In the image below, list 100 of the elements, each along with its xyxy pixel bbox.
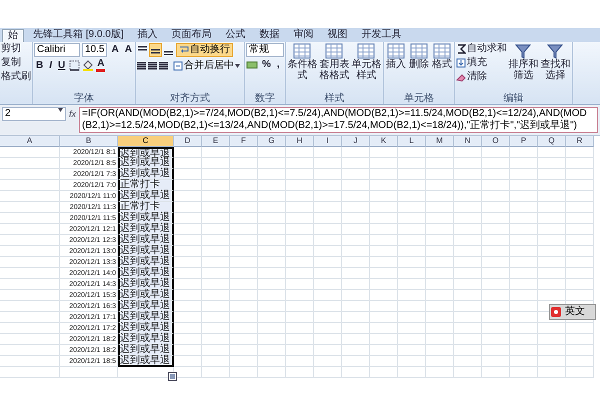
ribbon-tab[interactable]: 视图: [322, 29, 353, 41]
column-header[interactable]: O: [482, 136, 510, 147]
ribbon-tab[interactable]: 开发工具: [356, 29, 407, 41]
column-header[interactable]: M: [426, 136, 454, 147]
empty-cell: [0, 202, 60, 213]
empty-cell: [230, 367, 258, 378]
comma-button[interactable]: ,: [274, 59, 282, 71]
empty-cell: [0, 224, 60, 235]
input-method-bar[interactable]: 英文: [549, 304, 596, 320]
editing-button[interactable]: 填充: [456, 57, 507, 69]
ribbon-tab[interactable]: 先锋工具箱 [9.0.0版]: [28, 29, 129, 41]
ribbon-tab[interactable]: 公式: [220, 29, 251, 41]
ribbon-button[interactable]: 格式: [430, 43, 453, 70]
ribbon-button[interactable]: 查找和选择: [540, 43, 571, 81]
empty-cell: [454, 345, 482, 356]
empty-cell: [314, 268, 342, 279]
empty-cell: [482, 224, 510, 235]
ribbon-button[interactable]: 条件格式: [286, 43, 318, 81]
empty-cell: [314, 202, 342, 213]
empty-cell: [230, 257, 258, 268]
ribbon-button[interactable]: 套用表格格式: [318, 43, 350, 81]
empty-cell: [510, 202, 538, 213]
column-header[interactable]: D: [174, 136, 202, 147]
paste-options-icon[interactable]: [168, 372, 177, 381]
column-header[interactable]: A: [0, 136, 60, 147]
clipboard-button[interactable]: 格式刷: [1, 71, 31, 83]
clipboard-button[interactable]: 复制: [1, 57, 31, 69]
ribbon-button[interactable]: 单元格样式: [350, 43, 382, 81]
column-header[interactable]: H: [286, 136, 314, 147]
empty-cell: [510, 180, 538, 191]
empty-cell: [230, 290, 258, 301]
column-header[interactable]: N: [454, 136, 482, 147]
empty-cell: [314, 301, 342, 312]
column-header[interactable]: J: [342, 136, 370, 147]
empty-cell: [286, 279, 314, 290]
ribbon-tab[interactable]: 始: [2, 28, 24, 42]
column-header[interactable]: L: [398, 136, 426, 147]
ribbon-button[interactable]: 排序和筛选: [508, 43, 539, 81]
empty-cell: [258, 169, 286, 180]
empty-cell: [342, 235, 370, 246]
editing-label: 自动求和: [466, 43, 507, 55]
align-lines-icon: [148, 61, 157, 71]
clipboard-button[interactable]: 剪切: [1, 43, 31, 55]
font-name-field[interactable]: Calibri: [34, 43, 80, 57]
ribbon-tab[interactable]: 数据: [254, 29, 285, 41]
table-cell: 迟到或早退: [118, 257, 174, 268]
name-box[interactable]: 2: [2, 107, 66, 121]
group-label: 编辑: [502, 93, 524, 104]
ribbon-button-label: 插入: [386, 59, 406, 70]
empty-cell: [230, 235, 258, 246]
empty-cell: [342, 334, 370, 345]
align-button[interactable]: [150, 44, 161, 56]
empty-cell: [230, 191, 258, 202]
empty-cell: [258, 158, 286, 169]
column-header[interactable]: E: [202, 136, 230, 147]
empty-cell: [286, 246, 314, 257]
column-header[interactable]: I: [314, 136, 342, 147]
empty-cell: [202, 345, 230, 356]
column-header[interactable]: K: [370, 136, 398, 147]
empty-cell: [342, 301, 370, 312]
number-format-field[interactable]: 常规: [246, 43, 284, 57]
empty-cell: [398, 257, 426, 268]
column-header[interactable]: C: [118, 136, 174, 147]
empty-cell: [566, 180, 594, 191]
empty-cell: [398, 268, 426, 279]
empty-cell: [398, 158, 426, 169]
empty-cell: [314, 312, 342, 323]
underline-button[interactable]: U: [56, 60, 68, 72]
empty-cell: [370, 312, 398, 323]
font-size-field[interactable]: 10.5: [82, 43, 108, 57]
column-header[interactable]: F: [230, 136, 258, 147]
column-header[interactable]: P: [510, 136, 538, 147]
empty-cell: [454, 257, 482, 268]
column-header[interactable]: G: [258, 136, 286, 147]
empty-cell: [230, 169, 258, 180]
column-header[interactable]: B: [60, 136, 118, 147]
ribbon-button[interactable]: 删除: [408, 43, 430, 70]
grow-font-button[interactable]: A: [109, 44, 121, 56]
column-header[interactable]: R: [566, 136, 594, 147]
font-color-button[interactable]: A: [96, 59, 106, 72]
ribbon-button[interactable]: 插入: [384, 43, 407, 70]
ribbon-tab[interactable]: 插入: [132, 29, 163, 41]
wrap-text-button[interactable]: 自动换行: [176, 43, 233, 57]
empty-cell: [538, 147, 566, 158]
ribbon-tab[interactable]: 审阅: [288, 29, 319, 41]
empty-cell: [202, 202, 230, 213]
empty-cell: [426, 169, 454, 180]
bold-button[interactable]: B: [34, 60, 46, 72]
empty-cell: [314, 356, 342, 367]
editing-button[interactable]: 清除: [456, 71, 507, 83]
editing-button[interactable]: 自动求和: [456, 43, 507, 55]
empty-cell: [370, 147, 398, 158]
cell-reference: 2: [5, 108, 11, 120]
shrink-font-button[interactable]: A: [122, 44, 134, 56]
percent-button[interactable]: %: [260, 59, 273, 71]
italic-button[interactable]: I: [47, 60, 54, 72]
ribbon-tab[interactable]: 页面布局: [166, 29, 217, 41]
column-header[interactable]: Q: [538, 136, 566, 147]
merge-center-button[interactable]: 合并后居中: [170, 59, 243, 73]
formula-field[interactable]: =IF(OR(AND(MOD(B2,1)>=7/24,MOD(B2,1)<=7.5/24),AND(MOD(B2,1)>=11.5/24,MOD(B2,1)<=12/24),AND(MOD(B2,1)>=12.5/24,MOD(B2,1)<=13/24,AND(MOD(B2,1)>=17.5/24,MOD(B2,1)<=18/24)),"正常打卡","迟到或早退"): [79, 107, 598, 133]
